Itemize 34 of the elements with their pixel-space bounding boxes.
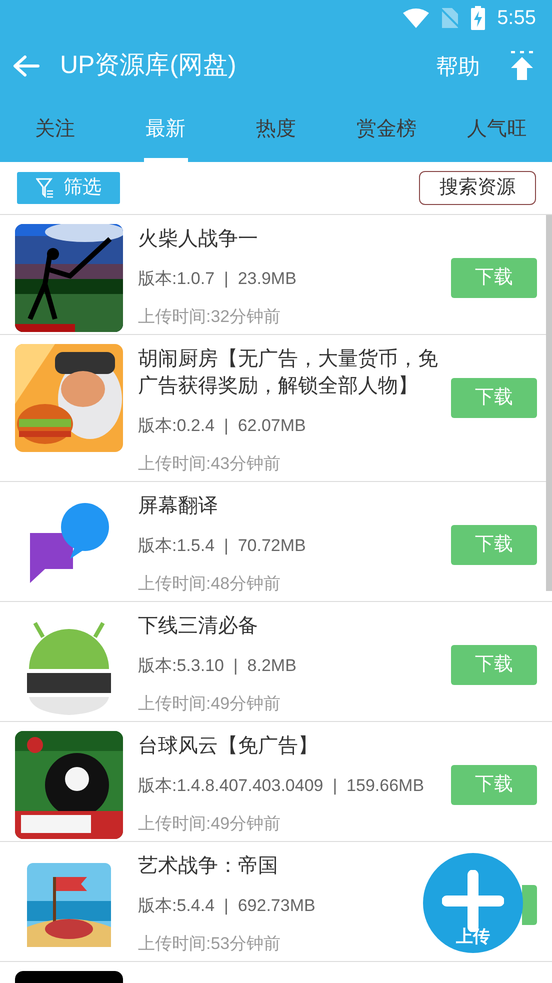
upload-time: 上传时间:49分钟前 (138, 693, 281, 715)
upload-time: 上传时间:53分钟前 (138, 933, 281, 955)
app-title: 台球风云【免广告】 (138, 734, 318, 759)
filter-button[interactable]: 筛选 (17, 172, 120, 204)
app-title: 艺术战争：帝国 (138, 854, 278, 879)
version-size: 版本:5.3.10 | 8.2MB (138, 655, 296, 677)
tab[interactable]: 最新 (110, 96, 221, 162)
upload-time: 上传时间:49分钟前 (138, 813, 281, 835)
tab[interactable]: 赏金榜 (331, 96, 442, 162)
app-title: 下线三清必备 (138, 614, 258, 639)
app-title: 胡闹厨房【无广告，大量货币，免广告获得奖励，解锁全部人物】 (138, 347, 439, 399)
upload-time: 上传时间:43分钟前 (138, 453, 281, 475)
search-resources-button[interactable]: 搜索资源 (419, 171, 536, 205)
download-button[interactable]: 下载 (451, 645, 537, 685)
upload-fab-button[interactable]: 上传 (423, 853, 523, 953)
upload-time: 上传时间:48分钟前 (138, 573, 281, 595)
app-title: 火柴人战争一 (138, 227, 258, 252)
version-size: 版本:1.0.7 | 23.9MB (138, 268, 296, 290)
help-button[interactable]: 帮助 (436, 50, 480, 82)
download-button[interactable]: 下载 (451, 258, 537, 298)
download-button[interactable]: 下载 (451, 378, 537, 418)
toolbar-title: UP资源库(网盘) (60, 50, 238, 82)
app-title: 屏幕翻译 (138, 494, 218, 519)
tab[interactable]: 人气旺 (442, 96, 552, 162)
upload-time: 上传时间:32分钟前 (138, 306, 281, 328)
version-size: 版本:5.4.4 | 692.73MB (138, 895, 316, 917)
status-time: 5:55 (497, 6, 536, 31)
download-button[interactable]: 下载 (451, 525, 537, 565)
tab[interactable]: 关注 (0, 96, 110, 162)
version-size: 版本:1.5.4 | 70.72MB (138, 535, 306, 557)
version-size: 版本:1.4.8.407.403.0409 | 159.66MB (138, 775, 424, 797)
download-button[interactable]: 下载 (451, 765, 537, 805)
tab[interactable]: 热度 (220, 96, 332, 162)
version-size: 版本:0.2.4 | 62.07MB (138, 415, 306, 437)
